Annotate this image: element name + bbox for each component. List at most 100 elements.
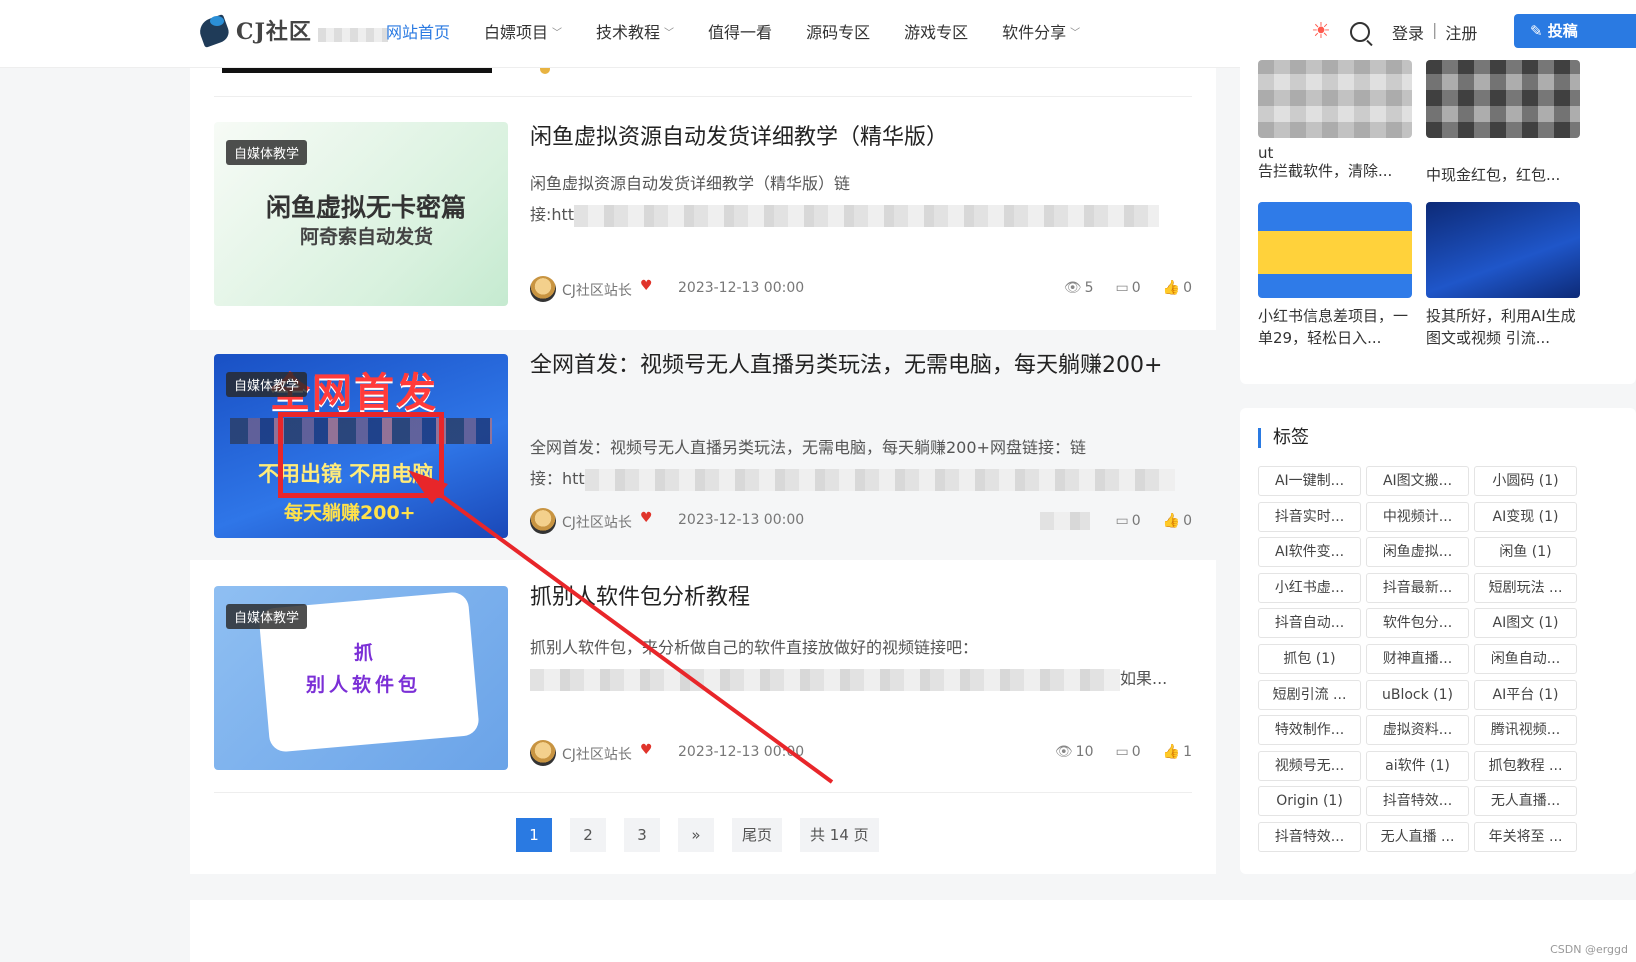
tag-item[interactable]: AI平台 (1) [1474, 679, 1577, 710]
author-name[interactable]: CJ社区站长 [562, 280, 632, 300]
post-title[interactable]: 抓别人软件包分析教程 [530, 580, 1190, 616]
avatar[interactable] [530, 276, 556, 302]
post-list: 自媒体教学 闲鱼虚拟无卡密篇 阿奇索自动发货 闲鱼虚拟资源自动发货详细教学（精华… [190, 68, 1216, 874]
recommended-caption[interactable]: 投其所好，利用AI生成图文或视频 引流... [1426, 305, 1586, 349]
thumbnail-title: 闲鱼虚拟无卡密篇 [266, 193, 467, 222]
view-count: 5 [1084, 280, 1094, 296]
tag-item[interactable]: 腾讯视频... [1474, 715, 1577, 746]
tag-item[interactable]: 抓包 (1) [1258, 644, 1361, 674]
vip-heart-icon: ♥ [640, 278, 653, 294]
tag-item[interactable]: 小红书虚... [1258, 572, 1361, 603]
divider [214, 792, 1192, 793]
tag-item[interactable]: 抖音实时... [1258, 501, 1361, 532]
next-section [190, 900, 1636, 962]
tag-item[interactable]: Origin (1) [1258, 786, 1361, 817]
page-3-button[interactable]: 3 [624, 818, 660, 852]
tag-item[interactable]: 抓包教程 ... [1474, 750, 1577, 781]
post-meta: CJ社区站长 ♥ 2023-12-13 00:00 ▭ 0 👍 0 [530, 506, 1192, 536]
recommended-caption[interactable]: 小红书信息差项目，一单29，轻松日入... [1258, 305, 1418, 349]
category-badge[interactable]: 自媒体教学 [226, 604, 308, 629]
recommended-thumbnail[interactable] [1426, 202, 1580, 298]
tag-item[interactable]: 短剧引流 ... [1258, 679, 1361, 710]
tag-item[interactable]: AI软件变... [1258, 537, 1361, 568]
tag-item[interactable]: ai软件 (1) [1366, 750, 1469, 781]
tag-item[interactable]: AI图文 (1) [1474, 608, 1577, 639]
tag-item[interactable]: 闲鱼 (1) [1474, 537, 1577, 568]
tag-item[interactable]: 抖音最新... [1366, 572, 1469, 603]
divider [214, 96, 1192, 97]
watermark: CSDN @erggd [1550, 943, 1628, 956]
tag-item[interactable]: AI变现 (1) [1474, 501, 1577, 532]
author-name[interactable]: CJ社区站长 [562, 744, 632, 764]
avatar[interactable] [530, 740, 556, 766]
tag-item[interactable]: AI图文搬... [1366, 466, 1469, 496]
site-header: CJ社区 网站首页 白嫖项目 ﹀ 技术教程 ﹀ 值得一看 源码专区 游戏专区 软件分… [0, 0, 1636, 68]
thumbs-up-icon[interactable]: 👍 [1163, 280, 1180, 296]
tag-item[interactable]: 短剧玩法 ... [1474, 572, 1577, 603]
login-link[interactable]: 登录 [1392, 20, 1424, 44]
author-name[interactable]: CJ社区站长 [562, 512, 632, 532]
tag-item[interactable]: 小圆码 (1) [1474, 466, 1577, 496]
submit-post-button[interactable]: ✎ 投稿 [1514, 14, 1636, 48]
blurred-link [584, 468, 1175, 491]
tag-item[interactable]: 闲鱼虚拟... [1366, 537, 1469, 568]
page-2-button[interactable]: 2 [570, 818, 606, 852]
post-thumbnail[interactable]: 自媒体教学 闲鱼虚拟无卡密篇 阿奇索自动发货 [214, 122, 508, 306]
recommended-thumbnail[interactable] [1258, 60, 1412, 138]
tag-item[interactable]: 中视频计... [1366, 501, 1469, 532]
nav-item-source-code[interactable]: 源码专区 [806, 18, 870, 44]
post-title[interactable]: 全网首发：视频号无人直播另类玩法，无需电脑，每天躺赚200+ [530, 348, 1190, 384]
theme-toggle-sun-icon[interactable]: ☀ [1310, 21, 1332, 43]
recommended-thumbnail[interactable] [1426, 60, 1580, 138]
tag-item[interactable]: uBlock (1) [1366, 679, 1469, 710]
category-badge[interactable]: 自媒体教学 [226, 140, 308, 165]
tags-title: 标签 [1258, 428, 1309, 448]
recommended-thumbnail[interactable] [1258, 202, 1412, 298]
site-logo[interactable]: CJ社区 [196, 12, 388, 49]
post-meta: CJ社区站长 ♥ 2023-12-13 00:00 👁 5 ▭ 0 👍 0 [530, 274, 1192, 304]
category-badge[interactable]: 自媒体教学 [226, 372, 308, 397]
total-pages-label: 共 14 页 [800, 818, 879, 852]
tag-item[interactable]: 财神直播... [1366, 644, 1469, 674]
like-count: 1 [1183, 744, 1192, 760]
post-excerpt: 全网首发：视频号无人直播另类玩法，无需电脑，每天躺赚200+网盘链接：链 接：h… [530, 432, 1190, 494]
post-title[interactable]: 闲鱼虚拟资源自动发货详细教学（精华版） [530, 120, 1190, 156]
recommended-caption[interactable]: 中现金红包，红包... [1426, 164, 1586, 186]
nav-item-software[interactable]: 软件分享 ﹀ [1002, 18, 1080, 44]
post-thumbnail[interactable]: 全网首发 不用出镜 不用电脑 每天躺赚200+ 自媒体教学 [214, 354, 508, 538]
nav-item-tutorials[interactable]: 技术教程 ﹀ [596, 18, 674, 44]
tag-item[interactable]: 闲鱼自动... [1474, 644, 1577, 674]
last-page-button[interactable]: 尾页 [732, 818, 783, 852]
post-item: 全网首发 不用出镜 不用电脑 每天躺赚200+ 自媒体教学 全网首发：视频号无人… [190, 330, 1216, 560]
tag-item[interactable]: 无人直播 ... [1366, 822, 1469, 852]
page-1-button[interactable]: 1 [516, 818, 552, 852]
thumbs-up-icon[interactable]: 👍 [1163, 744, 1180, 760]
thumbnail-subtitle: 阿奇索自动发货 [300, 226, 434, 248]
next-page-button[interactable]: » [678, 818, 714, 852]
tag-item[interactable]: 软件包分... [1366, 608, 1469, 639]
post-thumbnail[interactable]: 抓 别人软件包 自媒体教学 [214, 586, 508, 770]
logo-blurred-subtitle [317, 28, 388, 42]
search-icon[interactable] [1350, 22, 1370, 42]
nav-item-worth-reading[interactable]: 值得一看 [708, 18, 772, 44]
post-meta: CJ社区站长 ♥ 2023-12-13 00:00 👁 10 ▭ 0 👍 1 [530, 738, 1192, 768]
tag-item[interactable]: 无人直播... [1474, 786, 1577, 817]
tag-item[interactable]: 年关将至 ... [1474, 822, 1577, 852]
like-count: 0 [1183, 280, 1192, 296]
register-link[interactable]: 注册 [1445, 20, 1477, 44]
bird-logo-icon [196, 13, 232, 49]
tag-item[interactable]: 抖音特效... [1366, 786, 1469, 817]
tag-item[interactable]: AI一键制... [1258, 466, 1361, 496]
avatar[interactable] [530, 508, 556, 534]
auth-separator: | [1432, 20, 1438, 39]
tag-item[interactable]: 视频号无... [1258, 750, 1361, 781]
nav-item-home[interactable]: 网站首页 [386, 18, 450, 44]
recommended-caption[interactable]: ut 告拦截软件，清除... [1258, 142, 1418, 182]
nav-item-games[interactable]: 游戏专区 [904, 18, 968, 44]
nav-item-free-projects[interactable]: 白嫖项目 ﹀ [484, 18, 562, 44]
tag-item[interactable]: 抖音自动... [1258, 608, 1361, 639]
tag-item[interactable]: 虚拟资料... [1366, 715, 1469, 746]
tag-item[interactable]: 抖音特效... [1258, 822, 1361, 852]
thumbs-up-icon[interactable]: 👍 [1163, 513, 1180, 529]
tag-item[interactable]: 特效制作... [1258, 715, 1361, 746]
